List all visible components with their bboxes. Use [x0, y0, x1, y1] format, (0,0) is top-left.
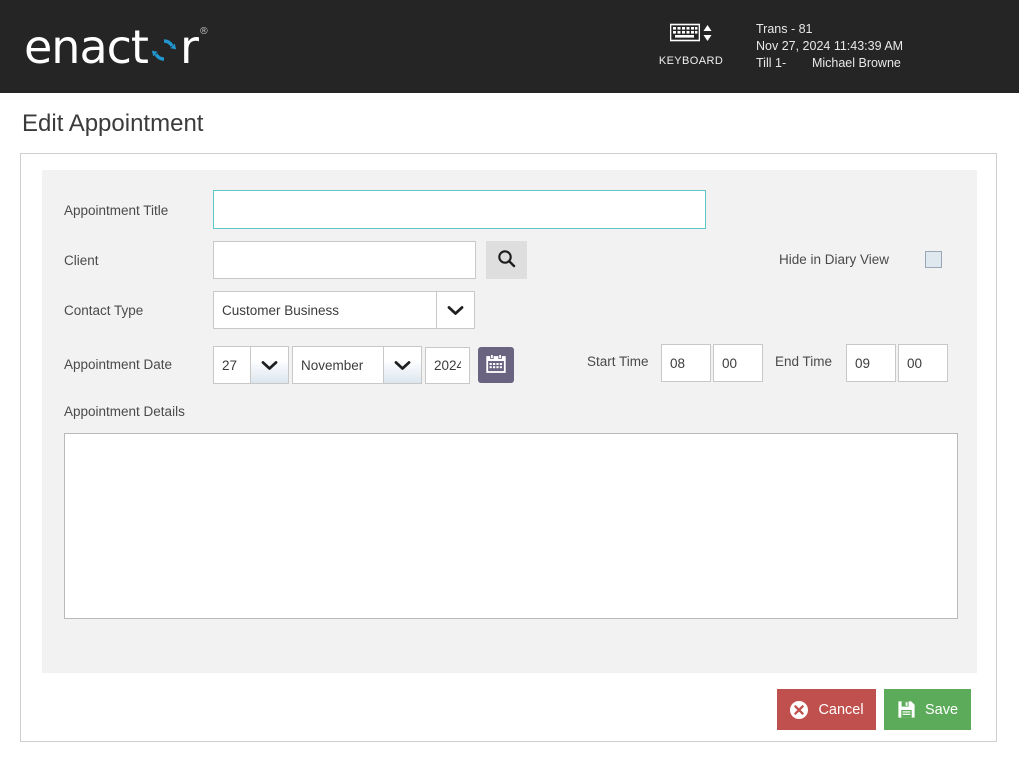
end-time-minutes-input[interactable]	[898, 344, 948, 382]
contact-type-value: Customer Business	[222, 302, 340, 318]
contact-type-label: Contact Type	[64, 303, 144, 318]
appointment-day-value: 27	[222, 357, 238, 373]
till-separator: -	[781, 56, 787, 70]
cycle-arrows-icon	[149, 35, 179, 65]
page-title: Edit Appointment	[22, 110, 204, 137]
end-time-label: End Time	[775, 354, 833, 369]
chevron-down-icon	[436, 292, 474, 328]
contact-type-select[interactable]: Customer Business	[213, 291, 475, 329]
transaction-number: Trans - 81	[756, 22, 813, 36]
app-header: enact r ® KEYBOARD Trans - 81 Nov 27, 20…	[0, 0, 1019, 93]
save-button[interactable]: Save	[884, 689, 971, 730]
appointment-month-value: November	[301, 357, 364, 373]
appointment-title-input[interactable]	[213, 190, 706, 229]
cancel-circle-icon	[789, 700, 809, 720]
chevron-down-icon	[383, 347, 421, 383]
keyboard-icon-row	[655, 20, 727, 50]
operator-name: Michael Browne	[811, 56, 901, 70]
keyboard-stepper-icon	[703, 23, 712, 48]
logo-text-post: r	[179, 20, 199, 74]
save-button-label: Save	[924, 701, 959, 718]
start-time-label: Start Time	[587, 354, 649, 369]
keyboard-button[interactable]: KEYBOARD	[655, 20, 727, 67]
enactor-logo: enact r ®	[24, 20, 209, 74]
keyboard-icon	[669, 22, 701, 48]
cancel-button-label: Cancel	[818, 701, 864, 718]
transaction-datetime: Nov 27, 2024 11:43:39 AM	[756, 39, 904, 53]
appointment-title-label: Appointment Title	[64, 203, 169, 218]
appointment-year-input[interactable]	[425, 347, 470, 384]
appointment-date-label: Appointment Date	[64, 357, 173, 372]
client-input[interactable]	[213, 241, 476, 279]
end-time-hours-input[interactable]	[846, 344, 896, 382]
save-floppy-icon	[897, 700, 916, 719]
calendar-picker-button[interactable]	[478, 347, 514, 383]
hide-in-diary-checkbox[interactable]	[925, 251, 942, 268]
client-search-button[interactable]	[486, 241, 527, 279]
appointment-details-textarea[interactable]	[64, 433, 958, 619]
chevron-down-icon	[250, 347, 288, 383]
client-label: Client	[64, 253, 99, 268]
transaction-info: Trans - 81 Nov 27, 2024 11:43:39 AM Till…	[756, 21, 903, 72]
search-icon	[497, 249, 516, 271]
logo-text-pre: enact	[24, 20, 149, 74]
transaction-till-operator: Till 1- Michael Browne	[756, 55, 903, 72]
calendar-icon	[485, 353, 507, 378]
keyboard-label: KEYBOARD	[658, 55, 724, 67]
appointment-details-label: Appointment Details	[64, 404, 185, 419]
appointment-month-select[interactable]: November	[292, 346, 422, 384]
logo-trademark: ®	[198, 26, 209, 37]
cancel-button[interactable]: Cancel	[777, 689, 876, 730]
till-label: Till 1	[756, 56, 782, 70]
appointment-day-select[interactable]: 27	[213, 346, 289, 384]
start-time-minutes-input[interactable]	[713, 344, 763, 382]
hide-in-diary-label: Hide in Diary View	[779, 252, 890, 267]
start-time-hours-input[interactable]	[661, 344, 711, 382]
